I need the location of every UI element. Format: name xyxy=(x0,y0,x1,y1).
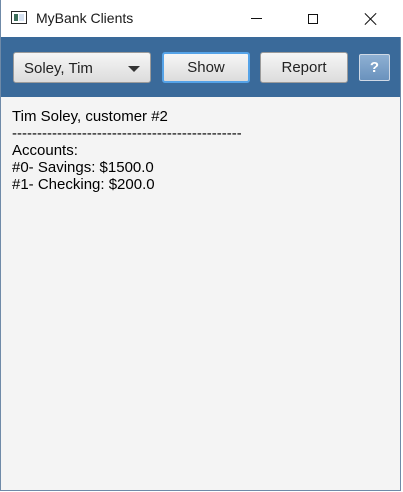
client-header: Tim Soley, customer #2 xyxy=(12,108,168,125)
client-select[interactable]: Soley, Tim xyxy=(13,52,151,83)
close-button[interactable] xyxy=(348,0,394,37)
maximize-icon xyxy=(308,13,318,24)
window-title: MyBank Clients xyxy=(36,10,134,26)
toolbar: Soley, Tim Show Report ? xyxy=(1,37,400,97)
minimize-icon xyxy=(250,18,262,19)
help-button[interactable]: ? xyxy=(359,54,390,81)
accounts-heading: Accounts: xyxy=(12,142,78,159)
close-icon xyxy=(364,12,378,26)
app-window: MyBank Clients Soley, Tim Show Report ? … xyxy=(0,0,402,491)
maximize-button[interactable] xyxy=(290,0,336,37)
report-button[interactable]: Report xyxy=(260,52,348,83)
show-button[interactable]: Show xyxy=(162,52,250,83)
account-line: #1- Checking: $200.0 xyxy=(12,176,155,193)
account-line: #0- Savings: $1500.0 xyxy=(12,159,154,176)
minimize-button[interactable] xyxy=(233,0,279,37)
client-details: Tim Soley, customer #2 -----------------… xyxy=(12,108,390,193)
separator-line: ----------------------------------------… xyxy=(12,125,241,142)
chevron-down-icon xyxy=(128,66,140,72)
title-bar[interactable]: MyBank Clients xyxy=(1,0,402,37)
client-select-value: Soley, Tim xyxy=(24,60,93,77)
app-icon xyxy=(11,11,27,24)
